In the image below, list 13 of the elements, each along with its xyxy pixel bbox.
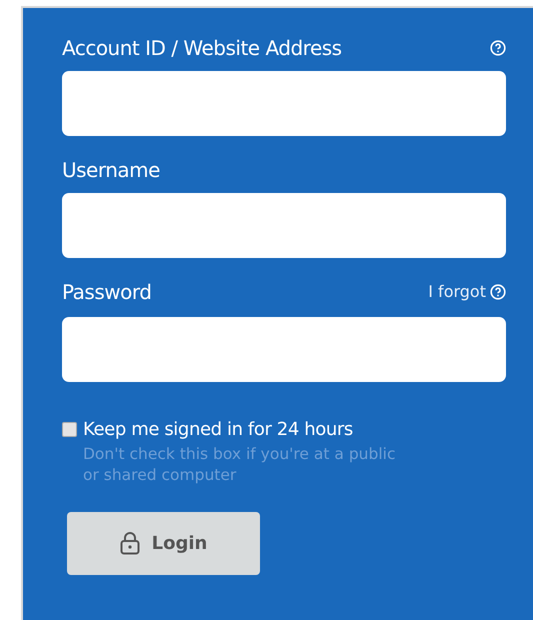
input-field[interactable] <box>62 71 506 136</box>
hint-text: Don't check this box if you're at a public or shared computer <box>83 444 396 486</box>
help-icon[interactable] <box>490 40 506 56</box>
forgot-link[interactable]: I forgot <box>428 280 486 304</box>
checkbox[interactable] <box>62 422 77 437</box>
checkbox-label: Keep me signed in for 24 hours <box>83 420 354 440</box>
lock-icon <box>120 531 140 556</box>
input-field[interactable] <box>62 317 506 382</box>
help-icon[interactable] <box>490 284 506 300</box>
field-label: Account ID / Website Address <box>62 38 342 58</box>
field-label: Password <box>62 282 152 302</box>
field-label: Username <box>62 160 160 180</box>
input-field[interactable] <box>62 193 506 258</box>
